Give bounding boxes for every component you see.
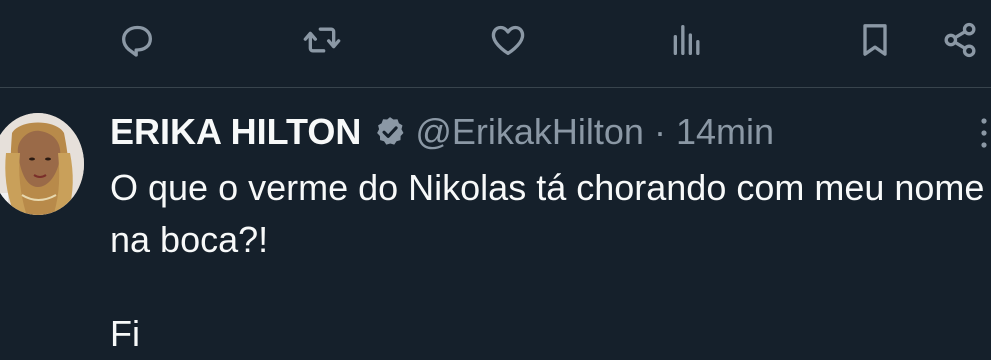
retweet-icon [303,27,341,53]
divider [0,87,991,88]
more-icon [981,118,987,148]
reply-button[interactable] [113,16,161,64]
timestamp[interactable]: 14min [676,111,774,153]
separator-dot: · [653,111,666,152]
avatar-image [0,113,84,215]
share-button[interactable] [936,16,984,64]
tweet-action-bar [0,0,991,84]
tweet-text-continued: Fi [110,313,140,354]
author-name[interactable]: ERIKA HILTON [110,111,361,153]
reply-icon [122,25,152,57]
views-button[interactable] [663,16,711,64]
author-handle[interactable]: @ErikakHilton [415,111,644,153]
bookmark-button[interactable] [851,16,899,64]
like-button[interactable] [484,16,532,64]
bookmark-icon [863,24,887,56]
more-options-button[interactable] [970,113,990,153]
verified-badge-icon [377,117,404,145]
views-icon [673,25,700,55]
retweet-button[interactable] [298,16,346,64]
heart-icon [491,25,525,55]
share-icon [944,22,976,58]
tweet-header: ERIKA HILTON @ErikakHilton · 14min [110,110,774,154]
avatar[interactable] [0,113,84,215]
tweet-text: O que o verme do Nikolas tá chorando com… [110,167,985,260]
